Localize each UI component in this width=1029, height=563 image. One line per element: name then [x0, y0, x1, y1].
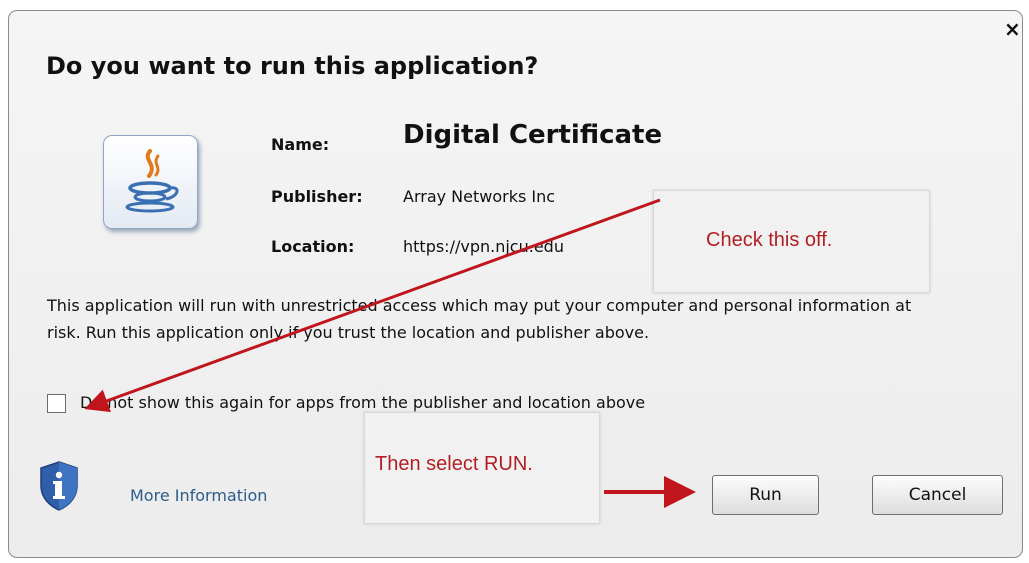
arrow-to-checkbox — [84, 198, 661, 413]
annotation-arrows — [84, 198, 696, 508]
